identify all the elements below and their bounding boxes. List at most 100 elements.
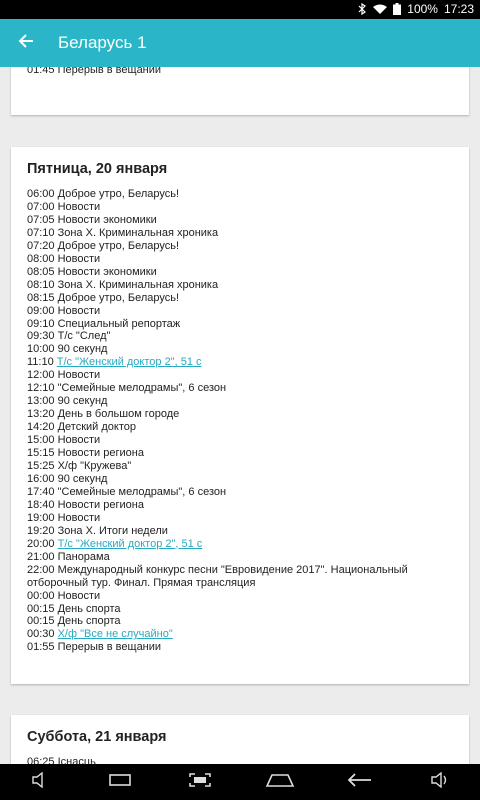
schedule-title: Специальный репортаж: [57, 317, 181, 330]
volume-up-button[interactable]: [420, 764, 460, 800]
schedule-title: Новости: [57, 511, 101, 524]
status-icons: 100% 17:23: [357, 2, 474, 16]
schedule-time: 17:40: [27, 485, 55, 498]
schedule-title: Детский доктор: [57, 421, 136, 434]
volume-icon: [31, 771, 49, 793]
schedule-title: Перерыв в вещании: [57, 641, 162, 654]
schedule-time: 07:10: [27, 226, 55, 239]
back-arrow-icon: [347, 772, 373, 793]
schedule-time: 08:15: [27, 291, 55, 304]
schedule-row: 13:00 90 секунд: [27, 395, 453, 408]
battery-icon: [393, 3, 402, 15]
schedule-title-link[interactable]: Т/с "Женский доктор 2", 51 с: [58, 538, 203, 550]
schedule-time: 19:00: [27, 511, 55, 524]
schedule-title: Існасць: [57, 756, 96, 764]
schedule-row: 21:00 Панорама: [27, 551, 453, 564]
schedule-row: 19:00 Новости: [27, 512, 453, 525]
schedule-row: 08:00 Новости: [27, 253, 453, 266]
schedule-row: 13:20 День в большом городе: [27, 408, 453, 421]
schedule-time: 11:10: [27, 356, 54, 369]
schedule-row: 14:20 Детский доктор: [27, 421, 453, 434]
navigation-bar: [0, 764, 480, 800]
schedule-row: 01:45 Перерыв в вещании: [27, 67, 453, 77]
schedule-row: 09:30 Т/с "След": [27, 330, 453, 343]
schedule-title: Новости: [57, 434, 101, 447]
schedule-title: Новости: [57, 304, 101, 317]
back-button[interactable]: [0, 19, 52, 67]
schedule-time: 20:00: [27, 537, 55, 550]
friday-schedule: 06:00 Доброе утро, Беларусь! 07:00 Новост…: [11, 188, 469, 654]
schedule-time: 08:05: [27, 265, 55, 278]
schedule-time: 01:55: [27, 641, 55, 654]
schedule-title: Т/с "След": [57, 330, 111, 343]
schedule-time: 06:25: [27, 756, 55, 764]
schedule-title: Панорама: [57, 550, 110, 563]
schedule-time: 21:00: [27, 550, 55, 563]
schedule-list[interactable]: 01:45 Перерыв в вещании Пятница, 20 янва…: [0, 67, 480, 764]
schedule-time: 22:00: [27, 563, 55, 576]
schedule-time: 00:00: [27, 589, 55, 602]
schedule-title: Новости: [57, 369, 101, 382]
home-icon: [265, 773, 295, 792]
schedule-row[interactable]: 11:10 Т/с "Женский доктор 2", 51 с: [27, 356, 453, 369]
clock: 17:23: [443, 2, 474, 16]
recent-apps-small-button[interactable]: [100, 764, 140, 800]
wifi-icon: [373, 4, 388, 15]
schedule-time: 16:00: [27, 472, 55, 485]
schedule-title: Зона Х. Итоги недели: [57, 524, 168, 537]
schedule-time: 07:20: [27, 239, 55, 252]
schedule-row: 01:55 Перерыв в вещании: [27, 641, 453, 654]
schedule-time: 13:00: [27, 395, 55, 408]
schedule-time: 00:15: [27, 602, 55, 615]
schedule-row: 07:00 Новости: [27, 201, 453, 214]
status-bar: 100% 17:23: [0, 0, 480, 19]
schedule-row: 07:20 Доброе утро, Беларусь!: [27, 240, 453, 253]
schedule-row: 17:40 "Семейные мелодрамы", 6 сезон: [27, 486, 453, 499]
schedule-row[interactable]: 20:00 Т/с "Женский доктор 2", 51 с: [27, 538, 453, 551]
schedule-row: 09:00 Новости: [27, 305, 453, 318]
schedule-title: Новости: [57, 200, 101, 213]
schedule-title: Новости экономики: [57, 265, 157, 278]
schedule-title: Новости экономики: [57, 213, 157, 226]
schedule-row: 06:25 Існасць: [27, 756, 453, 764]
schedule-row: 15:00 Новости: [27, 434, 453, 447]
day-card-previous: 01:45 Перерыв в вещании: [11, 67, 469, 115]
schedule-title: День спорта: [57, 615, 121, 628]
schedule-title-link[interactable]: Х/ф "Все не случайно": [58, 628, 173, 640]
volume-up-icon: [430, 771, 450, 793]
schedule-row[interactable]: 00:30 Х/ф "Все не случайно": [27, 628, 453, 641]
schedule-row: 08:05 Новости экономики: [27, 266, 453, 279]
schedule-time: 09:30: [27, 330, 55, 343]
schedule-row: 12:00 Новости: [27, 369, 453, 382]
schedule-row: 16:00 90 секунд: [27, 473, 453, 486]
schedule-time: 01:45: [27, 67, 55, 76]
schedule-title: 90 секунд: [57, 472, 108, 485]
schedule-title: День в большом городе: [57, 408, 180, 421]
volume-down-button[interactable]: [20, 764, 60, 800]
schedule-title: Новости: [57, 589, 101, 602]
schedule-title-link[interactable]: Т/с "Женский доктор 2", 51 с: [57, 356, 202, 368]
home-button[interactable]: [260, 764, 300, 800]
schedule-time: 09:00: [27, 304, 55, 317]
schedule-time: 00:30: [27, 628, 55, 641]
schedule-time: 10:00: [27, 343, 55, 356]
schedule-row: 15:25 Х/ф "Кружева": [27, 460, 453, 473]
schedule-row: 18:40 Новости региона: [27, 499, 453, 512]
schedule-time: 00:15: [27, 615, 55, 628]
schedule-title: "Семейные мелодрамы", 6 сезон: [57, 485, 227, 498]
schedule-time: 15:25: [27, 460, 55, 473]
saturday-schedule: 06:25 Існасць: [11, 756, 469, 764]
schedule-time: 12:00: [27, 369, 55, 382]
schedule-time: 12:10: [27, 382, 55, 395]
day-title: Пятница, 20 января: [27, 161, 168, 177]
schedule-time: 19:20: [27, 524, 55, 537]
schedule-title: Доброе утро, Беларусь!: [57, 239, 180, 252]
schedule-time: 07:05: [27, 213, 55, 226]
screenshot-button[interactable]: [180, 764, 220, 800]
schedule-time: 13:20: [27, 408, 55, 421]
back-nav-button[interactable]: [340, 764, 380, 800]
bluetooth-icon: [357, 3, 367, 15]
schedule-title: Доброе утро, Беларусь!: [57, 291, 180, 304]
schedule-time: 15:15: [27, 447, 55, 460]
schedule-title: Зона Х. Криминальная хроника: [57, 278, 219, 291]
